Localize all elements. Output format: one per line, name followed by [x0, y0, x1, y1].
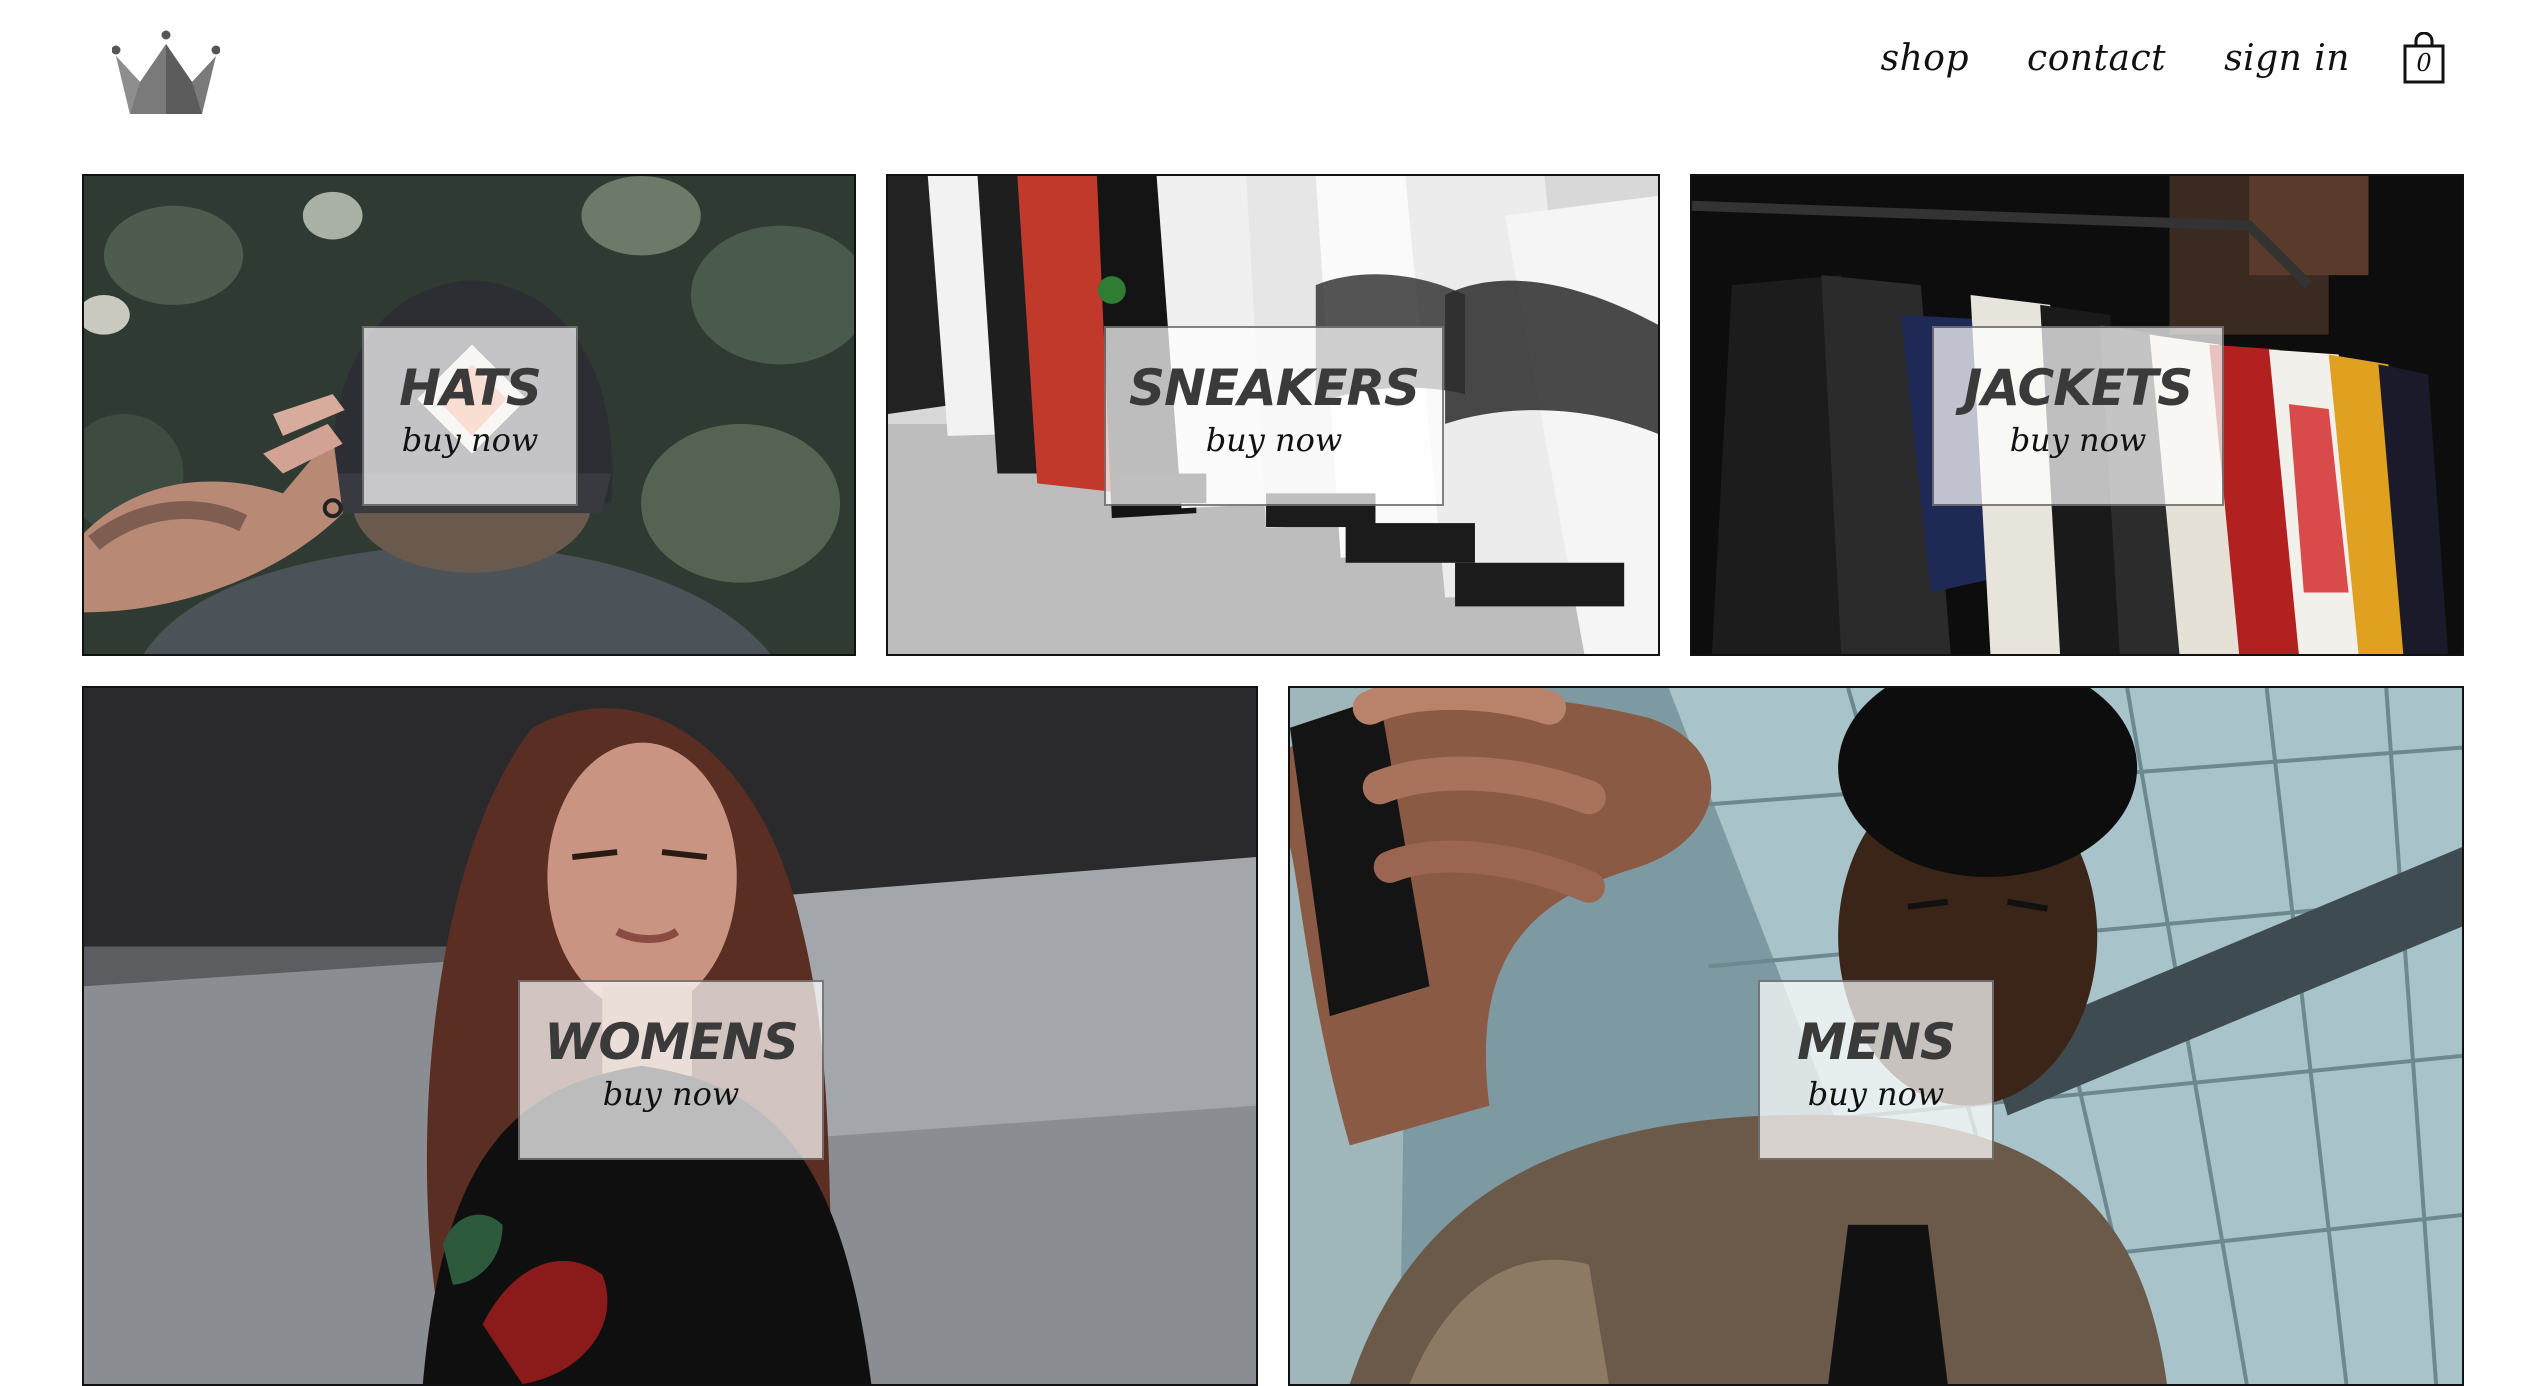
mens-buy-now-link[interactable]: buy now: [1760, 1074, 1992, 1114]
category-tile-mens[interactable]: MENS buy now: [1288, 686, 2464, 1386]
womens-title: WOMENS: [544, 1013, 798, 1071]
womens-label[interactable]: WOMENS buy now: [518, 980, 824, 1160]
category-tile-jackets[interactable]: JACKETS buy now: [1690, 174, 2464, 656]
category-tile-sneakers[interactable]: SNEAKERS buy now: [886, 174, 1660, 656]
cart-button[interactable]: 0: [2402, 32, 2446, 84]
cart-count: 0: [2416, 49, 2432, 77]
mens-label[interactable]: MENS buy now: [1758, 980, 1994, 1160]
nav-shop-link[interactable]: shop: [1881, 38, 1969, 79]
site-header: shop contact sign in 0: [0, 0, 2532, 150]
jackets-title: JACKETS: [1963, 359, 2193, 417]
hats-buy-now-link[interactable]: buy now: [364, 420, 576, 460]
jackets-label[interactable]: JACKETS buy now: [1932, 326, 2224, 506]
nav-contact-link[interactable]: contact: [2027, 38, 2166, 79]
mens-title: MENS: [1797, 1013, 1956, 1071]
category-tile-womens[interactable]: WOMENS buy now: [82, 686, 1258, 1386]
jackets-buy-now-link[interactable]: buy now: [1934, 420, 2222, 460]
sneakers-buy-now-link[interactable]: buy now: [1106, 420, 1442, 460]
nav-sign-in-link[interactable]: sign in: [2224, 38, 2350, 79]
womens-buy-now-link[interactable]: buy now: [520, 1074, 822, 1114]
hats-label[interactable]: HATS buy now: [362, 326, 578, 506]
sneakers-label[interactable]: SNEAKERS buy now: [1104, 326, 1444, 506]
sneakers-title: SNEAKERS: [1128, 359, 1420, 417]
crown-icon[interactable]: [111, 30, 221, 118]
hats-title: HATS: [399, 359, 542, 417]
category-tile-hats[interactable]: HATS buy now: [82, 174, 856, 656]
main-nav: shop contact sign in 0: [1823, 26, 2446, 90]
